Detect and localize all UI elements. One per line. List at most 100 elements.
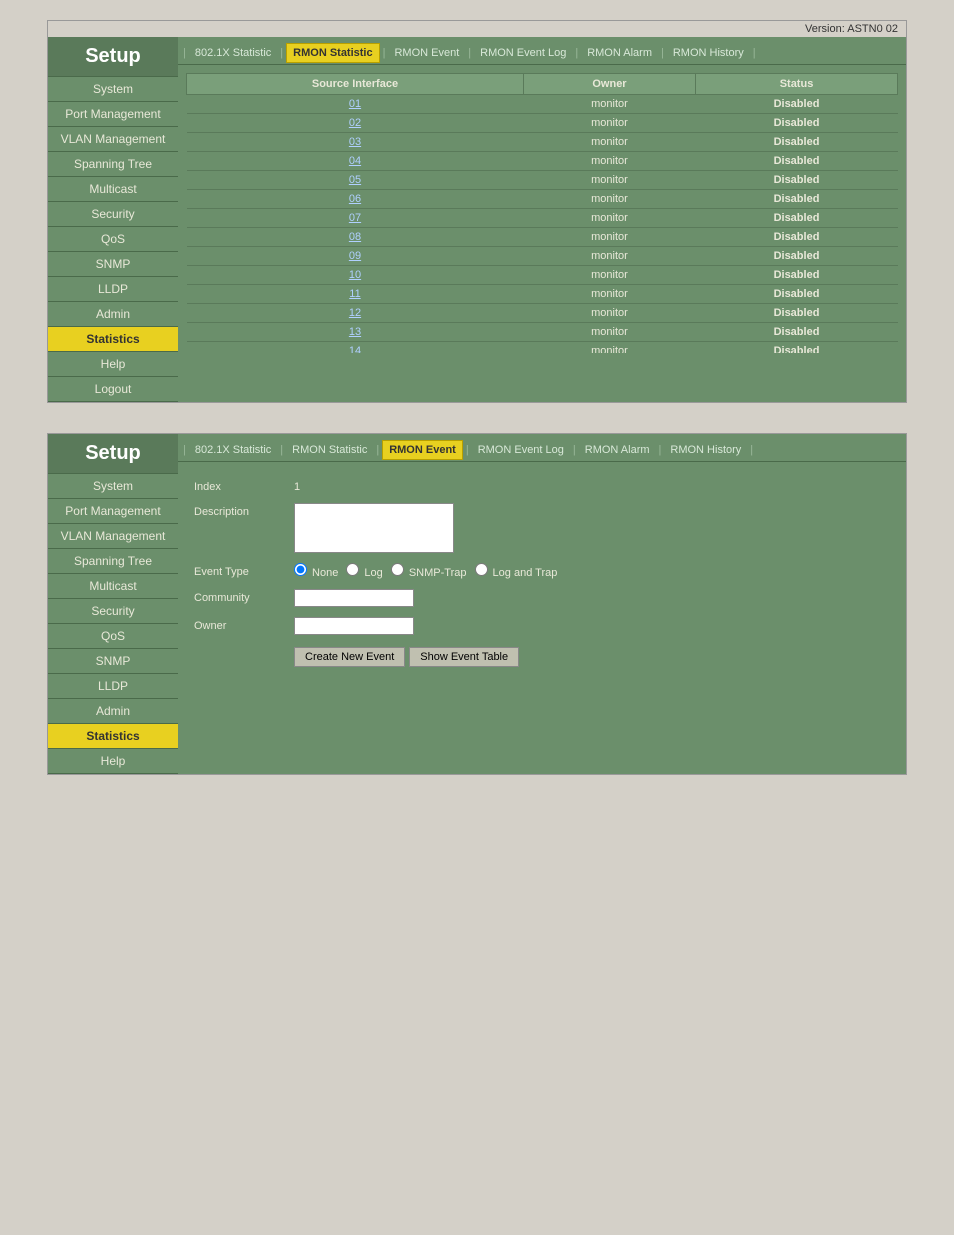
tab-rmon-event[interactable]: RMON Event xyxy=(388,44,465,62)
panel-1: Version: ASTN0 02 Setup System Port Mana… xyxy=(47,20,907,403)
status-cell: Disabled xyxy=(696,228,898,247)
tab-rmon-alarm[interactable]: RMON Alarm xyxy=(581,44,658,62)
tab2-sep-5: | xyxy=(658,444,663,456)
tab2-rmon-history[interactable]: RMON History xyxy=(664,441,747,459)
table-row: 07 monitor Disabled xyxy=(187,209,898,228)
sidebar2-item-vlan-management[interactable]: VLAN Management xyxy=(48,524,178,549)
interface-link[interactable]: 13 xyxy=(187,323,524,342)
interface-link[interactable]: 03 xyxy=(187,133,524,152)
radio-log-and-trap-label[interactable]: Log and Trap xyxy=(475,563,558,579)
sidebar2-item-multicast[interactable]: Multicast xyxy=(48,574,178,599)
rmon-statistic-table: Source Interface Owner Status 01 monitor… xyxy=(186,73,898,353)
tab2-rmon-event-log[interactable]: RMON Event Log xyxy=(472,441,570,459)
table-row: 06 monitor Disabled xyxy=(187,190,898,209)
interface-link[interactable]: 04 xyxy=(187,152,524,171)
tab2-rmon-statistic[interactable]: RMON Statistic xyxy=(286,441,373,459)
show-event-table-button[interactable]: Show Event Table xyxy=(409,647,519,667)
table-row: 10 monitor Disabled xyxy=(187,266,898,285)
interface-link[interactable]: 09 xyxy=(187,247,524,266)
sidebar-item-vlan-management[interactable]: VLAN Management xyxy=(48,127,178,152)
event-type-radio-group: None Log SNMP-Trap Log and Trap xyxy=(294,563,557,579)
sidebar2-item-spanning-tree[interactable]: Spanning Tree xyxy=(48,549,178,574)
sidebar2-item-statistics[interactable]: Statistics xyxy=(48,724,178,749)
tab-rmon-statistic[interactable]: RMON Statistic xyxy=(286,43,379,63)
sidebar-2: Setup System Port Management VLAN Manage… xyxy=(48,434,178,774)
sidebar-item-logout[interactable]: Logout xyxy=(48,377,178,402)
col-header-owner: Owner xyxy=(523,74,695,95)
interface-link[interactable]: 01 xyxy=(187,95,524,114)
interface-link[interactable]: 08 xyxy=(187,228,524,247)
interface-link[interactable]: 06 xyxy=(187,190,524,209)
tab-sep-1: | xyxy=(279,47,284,59)
tab-802-statistic[interactable]: 802.1X Statistic xyxy=(189,44,277,62)
owner-cell: monitor xyxy=(523,190,695,209)
interface-link[interactable]: 14 xyxy=(187,342,524,354)
sidebar-item-snmp[interactable]: SNMP xyxy=(48,252,178,277)
sidebar-item-qos[interactable]: QoS xyxy=(48,227,178,252)
create-event-button[interactable]: Create New Event xyxy=(294,647,405,667)
radio-none-label[interactable]: None xyxy=(294,563,338,579)
radio-log-and-trap[interactable] xyxy=(475,563,488,576)
sidebar2-item-help[interactable]: Help xyxy=(48,749,178,774)
sidebar2-item-admin[interactable]: Admin xyxy=(48,699,178,724)
tab-rmon-history[interactable]: RMON History xyxy=(667,44,750,62)
tab2-sep-0: | xyxy=(182,444,187,456)
owner-label: Owner xyxy=(194,617,294,632)
interface-link[interactable]: 07 xyxy=(187,209,524,228)
version-bar: Version: ASTN0 02 xyxy=(48,21,906,37)
status-cell: Disabled xyxy=(696,285,898,304)
interface-link[interactable]: 10 xyxy=(187,266,524,285)
status-cell: Disabled xyxy=(696,304,898,323)
sidebar-item-lldp[interactable]: LLDP xyxy=(48,277,178,302)
sidebar-item-statistics[interactable]: Statistics xyxy=(48,327,178,352)
table-row: 02 monitor Disabled xyxy=(187,114,898,133)
radio-log[interactable] xyxy=(346,563,359,576)
tab-sep-2: | xyxy=(382,47,387,59)
tab2-rmon-alarm[interactable]: RMON Alarm xyxy=(579,441,656,459)
sidebar-item-admin[interactable]: Admin xyxy=(48,302,178,327)
table-row: 11 monitor Disabled xyxy=(187,285,898,304)
tab-sep-5: | xyxy=(660,47,665,59)
owner-cell: monitor xyxy=(523,266,695,285)
sidebar2-item-port-management[interactable]: Port Management xyxy=(48,499,178,524)
sidebar2-item-lldp[interactable]: LLDP xyxy=(48,674,178,699)
status-cell: Disabled xyxy=(696,266,898,285)
radio-log-label[interactable]: Log xyxy=(346,563,382,579)
interface-link[interactable]: 02 xyxy=(187,114,524,133)
table-row: 14 monitor Disabled xyxy=(187,342,898,354)
interface-link[interactable]: 05 xyxy=(187,171,524,190)
interface-link[interactable]: 12 xyxy=(187,304,524,323)
index-label: Index xyxy=(194,478,294,493)
owner-input[interactable] xyxy=(294,617,414,635)
sidebar-item-security[interactable]: Security xyxy=(48,202,178,227)
sidebar-item-multicast[interactable]: Multicast xyxy=(48,177,178,202)
tab2-rmon-event[interactable]: RMON Event xyxy=(382,440,463,460)
status-cell: Disabled xyxy=(696,95,898,114)
tab2-sep-3: | xyxy=(465,444,470,456)
radio-snmp-trap[interactable] xyxy=(391,563,404,576)
tab-rmon-event-log[interactable]: RMON Event Log xyxy=(474,44,572,62)
event-type-label: Event Type xyxy=(194,563,294,578)
sidebar2-item-security[interactable]: Security xyxy=(48,599,178,624)
sidebar-item-help[interactable]: Help xyxy=(48,352,178,377)
sidebar2-item-qos[interactable]: QoS xyxy=(48,624,178,649)
sidebar-item-port-management[interactable]: Port Management xyxy=(48,102,178,127)
sidebar-item-system[interactable]: System xyxy=(48,77,178,102)
col-header-source: Source Interface xyxy=(187,74,524,95)
form-buttons-row: Create New Event Show Event Table xyxy=(194,647,890,667)
description-input[interactable] xyxy=(294,503,454,553)
owner-cell: monitor xyxy=(523,247,695,266)
sidebar2-item-system[interactable]: System xyxy=(48,474,178,499)
content-area-1: | 802.1X Statistic | RMON Statistic | RM… xyxy=(178,37,906,402)
community-input[interactable] xyxy=(294,589,414,607)
interface-link[interactable]: 11 xyxy=(187,285,524,304)
table-row: 01 monitor Disabled xyxy=(187,95,898,114)
radio-none[interactable] xyxy=(294,563,307,576)
content-area-2: | 802.1X Statistic | RMON Statistic | RM… xyxy=(178,434,906,774)
table-row: 13 monitor Disabled xyxy=(187,323,898,342)
scroll-area[interactable]: Source Interface Owner Status 01 monitor… xyxy=(186,73,898,353)
sidebar2-item-snmp[interactable]: SNMP xyxy=(48,649,178,674)
tab2-802-statistic[interactable]: 802.1X Statistic xyxy=(189,441,277,459)
sidebar-item-spanning-tree[interactable]: Spanning Tree xyxy=(48,152,178,177)
radio-snmp-trap-label[interactable]: SNMP-Trap xyxy=(391,563,467,579)
